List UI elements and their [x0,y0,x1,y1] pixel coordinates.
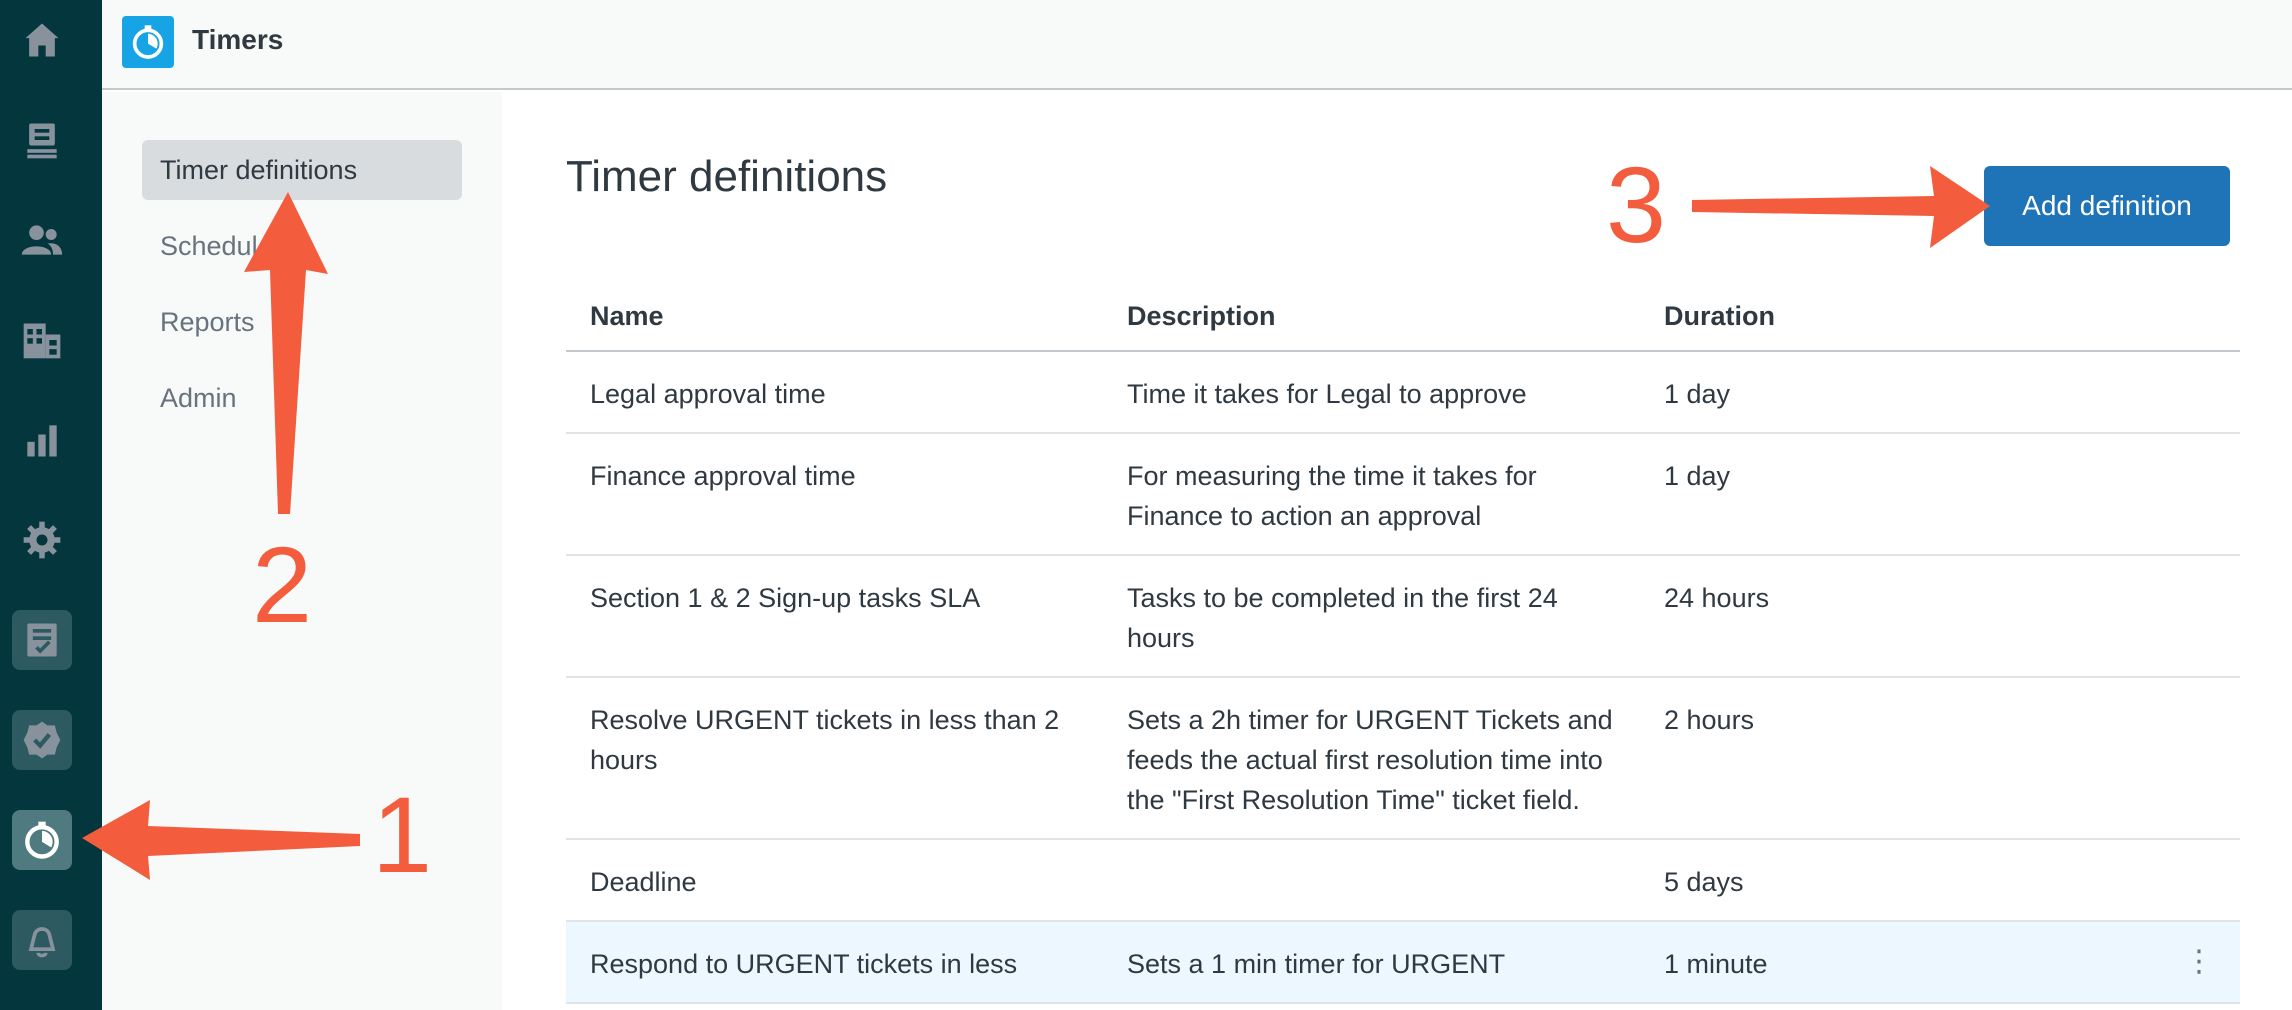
row-name: Deadline [590,867,697,897]
row-duration: 2 hours [1664,705,1755,735]
views-icon[interactable] [12,110,72,170]
column-header-name[interactable]: Name [566,282,1103,350]
product-rail [0,0,102,1010]
annotation-label-3: 3 [1606,144,1667,265]
annotation-label-2: 2 [252,524,313,645]
row-name: Resolve URGENT tickets in less than 2 ho… [590,705,1060,775]
timers-app-icon[interactable] [12,810,72,870]
table-row[interactable]: Resolve URGENT tickets in less than 2 ho… [566,678,2240,840]
page-title: Timer definitions [566,152,888,201]
row-duration: 5 days [1664,867,1744,897]
app-header: Timers [102,0,2292,90]
table-row[interactable]: Section 1 & 2 Sign-up tasks SLA Tasks to… [566,556,2240,678]
reporting-icon[interactable] [12,410,72,470]
table-row[interactable]: Deadline 5 days [566,840,2240,922]
table-row[interactable]: Respond to URGENT tickets in less Sets a… [566,922,2240,1004]
row-description: Time it takes for Legal to approve [1127,379,1527,409]
timer-definitions-table: Name Description Duration Legal approval… [566,282,2240,1004]
home-icon[interactable] [12,10,72,70]
row-name: Respond to URGENT tickets in less [590,949,1018,979]
nav-reports[interactable]: Reports [142,292,462,352]
row-description: Sets a 2h timer for URGENT Tickets and f… [1127,705,1613,815]
row-description: Tasks to be completed in the first 24 ho… [1127,583,1558,653]
tasks-app-icon[interactable] [12,610,72,670]
approvals-app-icon[interactable] [12,710,72,770]
row-name: Legal approval time [590,379,826,409]
nav-schedules[interactable]: Schedul [142,216,462,276]
row-description: For measuring the time it takes for Fina… [1127,461,1537,531]
table-row[interactable]: Finance approval time For measuring the … [566,434,2240,556]
add-definition-button[interactable]: Add definition [1984,166,2230,246]
row-name: Finance approval time [590,461,856,491]
row-name: Section 1 & 2 Sign-up tasks SLA [590,583,981,613]
users-icon[interactable] [12,210,72,270]
row-options-icon[interactable]: ⋮ [2184,944,2214,979]
row-description [1103,840,1640,920]
column-header-description[interactable]: Description [1103,282,1640,350]
table-header: Name Description Duration [566,282,2240,352]
row-duration: 1 day [1664,379,1731,409]
nav-admin[interactable]: Admin [142,368,462,428]
timers-logo-icon [122,16,174,68]
main-content: Timer definitions Add definition Name De… [502,92,2292,1010]
bell-app-icon[interactable] [12,910,72,970]
table-row[interactable]: Legal approval time Time it takes for Le… [566,352,2240,434]
app-title: Timers [192,24,284,55]
settings-icon[interactable] [12,510,72,570]
nav-timer-definitions[interactable]: Timer definitions [142,140,462,200]
row-description: Sets a 1 min timer for URGENT [1127,949,1506,979]
row-duration: 24 hours [1664,583,1770,613]
annotation-label-1: 1 [372,774,433,895]
row-duration: 1 minute [1664,949,1768,979]
column-header-duration[interactable]: Duration [1640,282,2240,350]
row-duration: 1 day [1664,461,1731,491]
organizations-icon[interactable] [12,310,72,370]
